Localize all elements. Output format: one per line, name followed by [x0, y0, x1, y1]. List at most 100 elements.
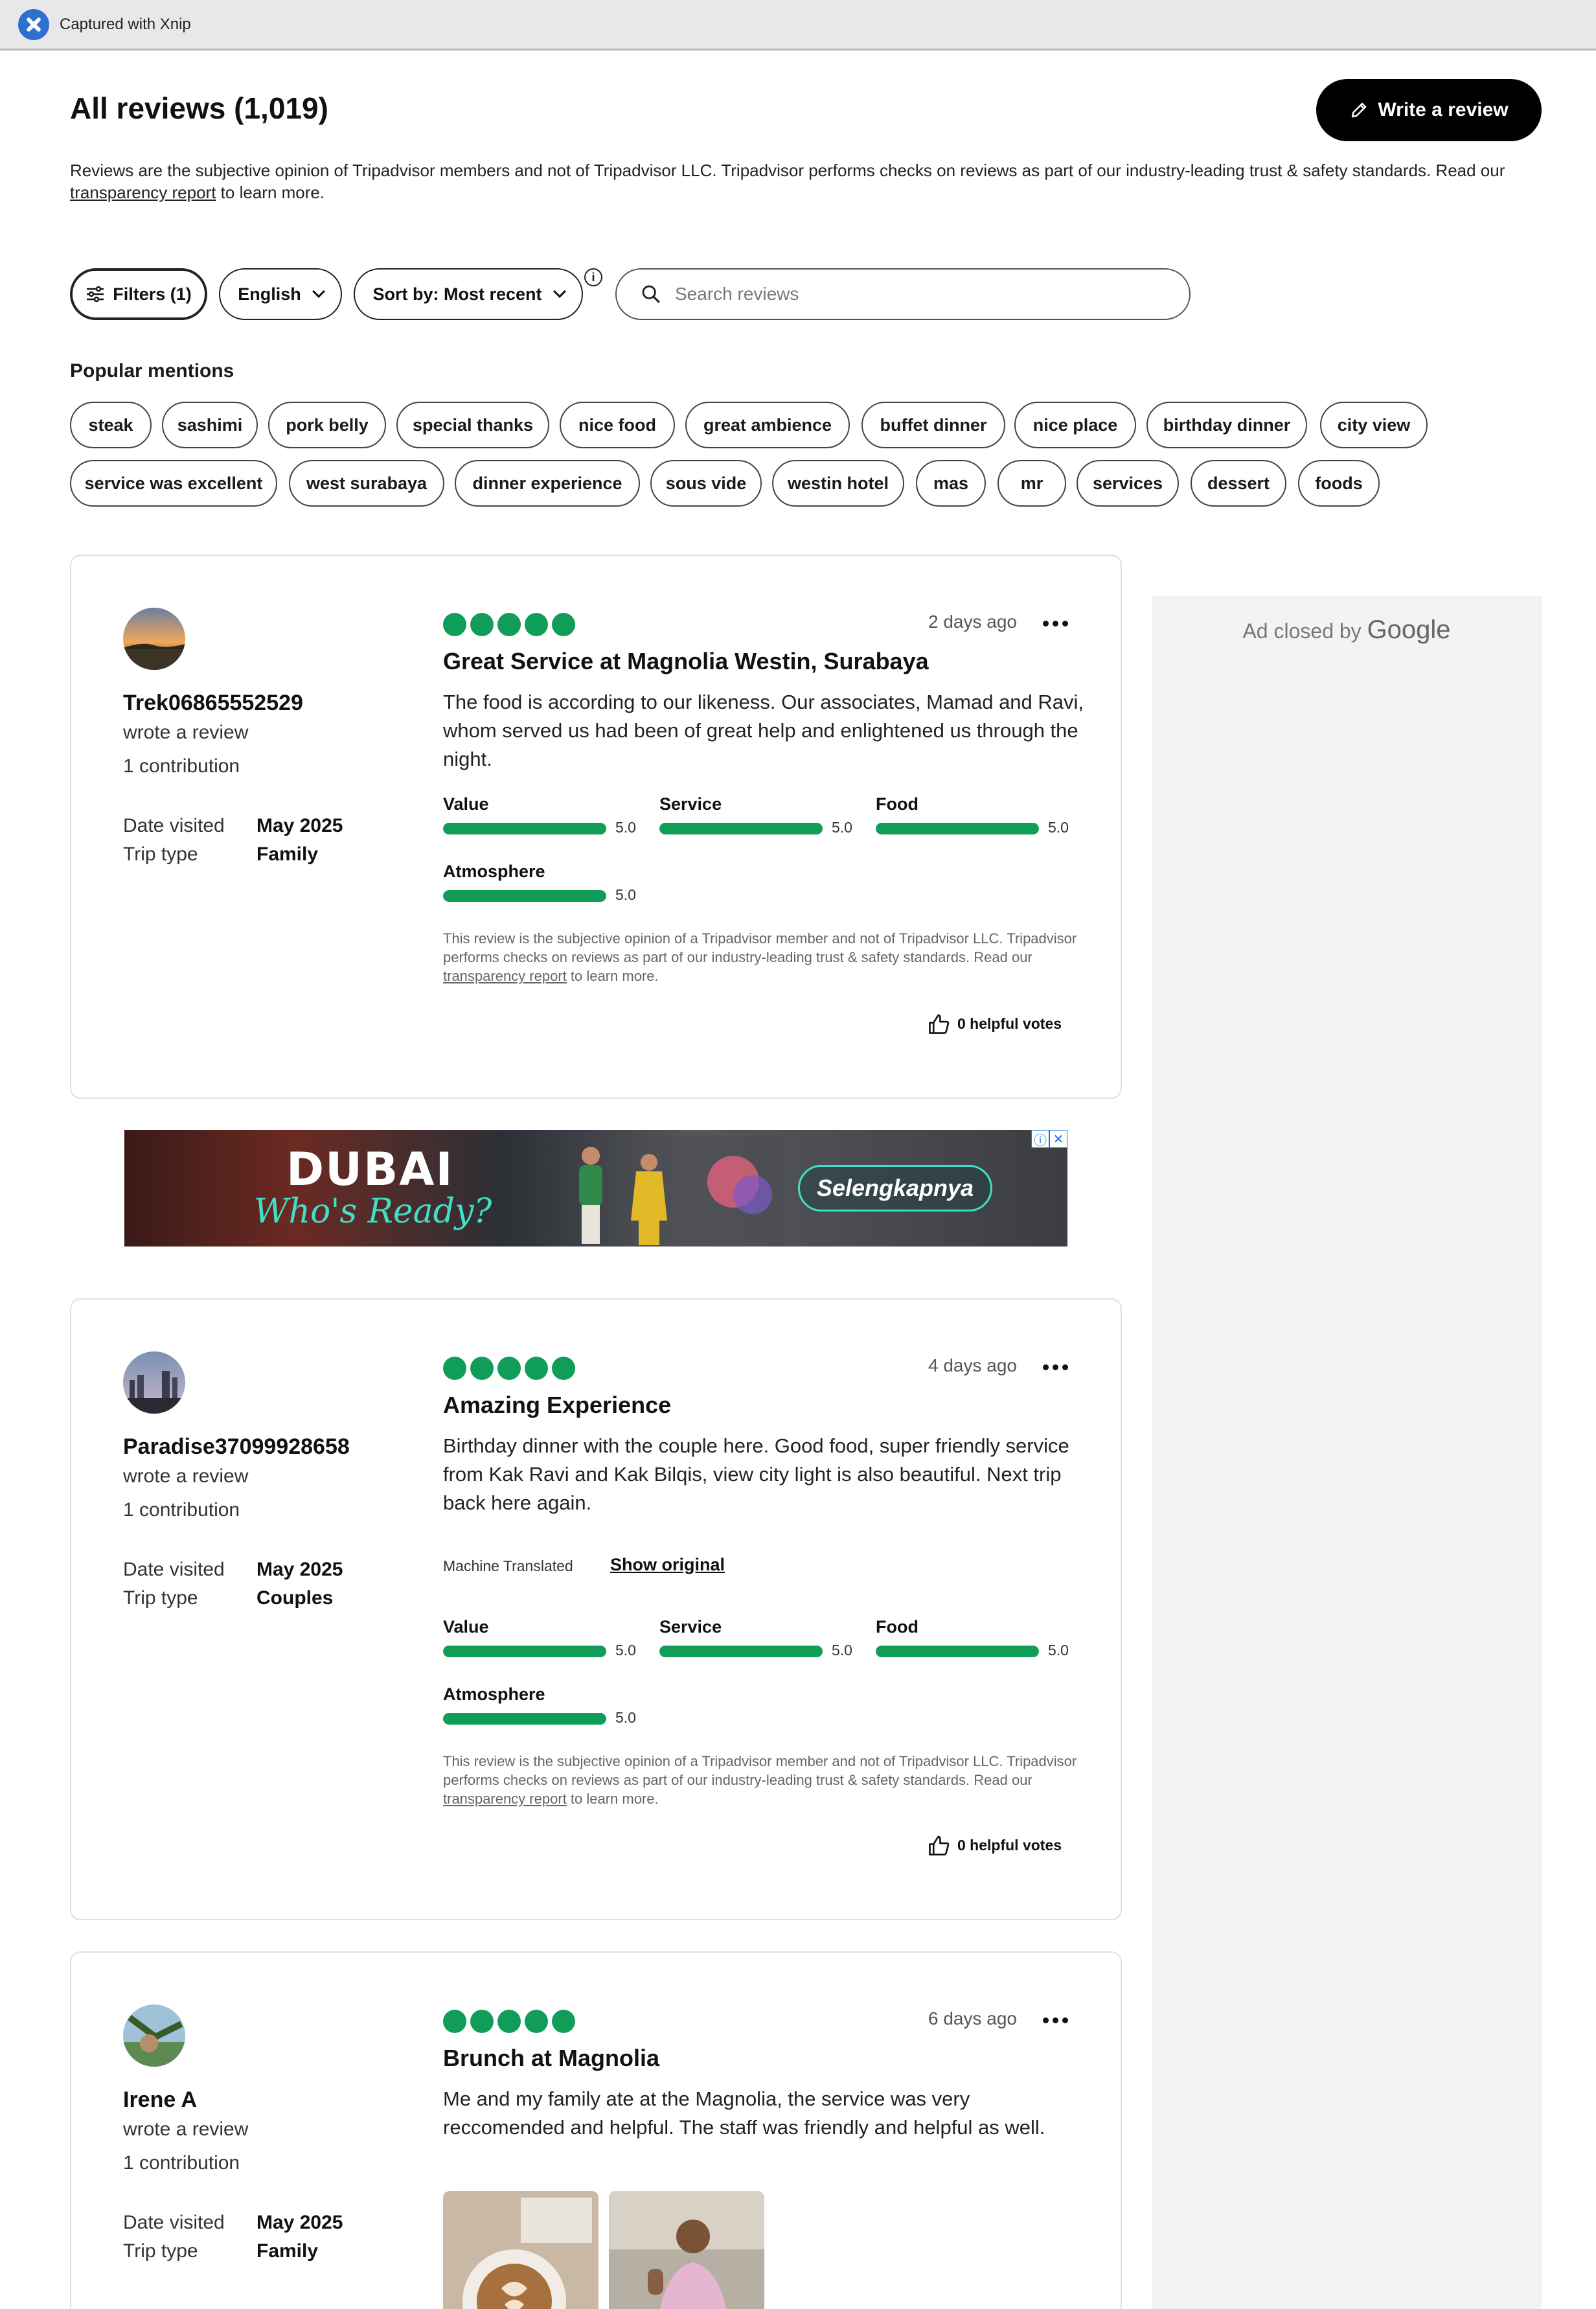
search-icon — [642, 285, 660, 303]
subrating-value: 5.0 — [615, 1642, 636, 1659]
mention-tag[interactable]: mr — [998, 460, 1066, 507]
review-card: Trek06865552529 wrote a review 1 contrib… — [70, 555, 1122, 1099]
mention-tag[interactable]: mas — [916, 460, 986, 507]
mention-tag[interactable]: birthday dinner — [1146, 402, 1307, 448]
ad-panel — [1152, 596, 1542, 2309]
sort-label: Sort by: Most recent — [372, 284, 542, 304]
trip-type-label: Trip type — [123, 1587, 198, 1609]
transparency-report-link[interactable]: transparency report — [443, 968, 567, 984]
date-visited-label: Date visited — [123, 2212, 225, 2233]
mention-tag[interactable]: west surabaya — [289, 460, 444, 507]
subrating-bar — [659, 1646, 823, 1657]
more-options-icon[interactable] — [1043, 2017, 1068, 2023]
review-title[interactable]: Amazing Experience — [443, 1392, 671, 1419]
review-date: 2 days ago — [928, 612, 1017, 632]
pencil-icon — [1352, 102, 1367, 118]
search-placeholder: Search reviews — [675, 284, 799, 304]
mention-tag[interactable]: nice food — [560, 402, 675, 448]
transparency-report-link[interactable]: transparency report — [70, 183, 216, 202]
mention-tag[interactable]: sashimi — [162, 402, 258, 448]
subrating-bar — [443, 890, 606, 902]
more-options-icon[interactable] — [1043, 1364, 1068, 1370]
mention-tag[interactable]: buffet dinner — [861, 402, 1005, 448]
more-options-icon[interactable] — [1043, 621, 1068, 626]
language-label: English — [238, 284, 301, 304]
chevron-down-icon — [553, 285, 566, 298]
show-original-link[interactable]: Show original — [610, 1555, 725, 1575]
wrote-review-label: wrote a review — [123, 1465, 249, 1487]
capture-bar: Captured with Xnip — [0, 0, 1596, 51]
trip-type-value: Family — [256, 844, 319, 865]
review-card: Irene A wrote a review 1 contribution Da… — [70, 1951, 1122, 2309]
review-disclaimer-text: This review is the subjective opinion of… — [443, 1753, 1077, 1788]
mention-tag[interactable]: city view — [1320, 402, 1428, 448]
mention-tag[interactable]: dessert — [1191, 460, 1286, 507]
write-review-label: Write a review — [1378, 99, 1509, 121]
reviewer-name[interactable]: Irene A — [123, 2087, 197, 2113]
review-disclaimer-end: to learn more. — [566, 968, 659, 984]
subrating-label: Service — [659, 794, 722, 814]
subrating-label: Food — [876, 1617, 918, 1637]
search-reviews-input[interactable]: Search reviews — [615, 268, 1191, 320]
info-icon[interactable]: i — [584, 268, 602, 286]
mention-tag[interactable]: steak — [70, 402, 152, 448]
filters-button[interactable]: Filters (1) — [70, 268, 207, 320]
mention-tag[interactable]: nice place — [1014, 402, 1136, 448]
review-date: 4 days ago — [928, 1355, 1017, 1375]
rating-bubble-icon — [470, 2010, 494, 2033]
mention-tag[interactable]: sous vide — [650, 460, 762, 507]
banner-ad[interactable]: DUBAI Who's Ready? Selengkapnya ⓘ ✕ — [124, 1130, 1067, 1246]
rating-bubble-icon — [497, 2010, 521, 2033]
ad-info-icon[interactable]: ⓘ — [1031, 1130, 1049, 1148]
avatar[interactable] — [123, 2005, 185, 2067]
rating-bubble-icon — [525, 2010, 548, 2033]
reviewer-name[interactable]: Paradise37099928658 — [123, 1434, 350, 1460]
transparency-report-link[interactable]: transparency report — [443, 1791, 567, 1807]
subrating-bar — [443, 823, 606, 834]
review-title[interactable]: Brunch at Magnolia — [443, 2045, 659, 2072]
language-dropdown[interactable]: English — [219, 268, 342, 320]
mention-tag[interactable]: westin hotel — [772, 460, 904, 507]
mention-tag[interactable]: special thanks — [396, 402, 549, 448]
helpful-votes-label: 0 helpful votes — [957, 1015, 1062, 1032]
helpful-votes-button[interactable]: 0 helpful votes — [928, 1013, 1062, 1034]
subrating-value: 5.0 — [1048, 1642, 1069, 1659]
mention-tag[interactable]: foods — [1298, 460, 1380, 507]
write-review-button[interactable]: Write a review — [1316, 79, 1542, 141]
subrating-value: 5.0 — [1048, 819, 1069, 836]
banner-cta-button[interactable]: Selengkapnya — [798, 1165, 992, 1212]
review-title[interactable]: Great Service at Magnolia Westin, Suraba… — [443, 648, 929, 675]
ad-closed-prefix: Ad closed by — [1242, 619, 1362, 643]
review-photo[interactable] — [609, 2191, 764, 2309]
subrating-bar — [876, 823, 1039, 834]
thumbs-up-icon — [929, 1014, 950, 1034]
mention-tag[interactable]: service was excellent — [70, 460, 277, 507]
review-photo[interactable] — [443, 2191, 598, 2309]
disclaimer-text: Reviews are the subjective opinion of Tr… — [70, 161, 1505, 180]
sort-dropdown[interactable]: Sort by: Most recent — [354, 268, 583, 320]
ad-choices[interactable]: ⓘ ✕ — [1031, 1130, 1067, 1148]
contribution-count: 1 contribution — [123, 2152, 240, 2174]
mention-tag[interactable]: pork belly — [268, 402, 386, 448]
avatar[interactable] — [123, 608, 185, 670]
ad-close-icon[interactable]: ✕ — [1049, 1130, 1067, 1148]
xnip-logo-icon — [18, 8, 49, 40]
subrating-label: Value — [443, 1617, 489, 1637]
page-title: All reviews (1,019) — [70, 91, 328, 125]
reviewer-name[interactable]: Trek06865552529 — [123, 691, 303, 716]
mention-tag[interactable]: great ambience — [685, 402, 850, 448]
subrating-bar — [659, 823, 823, 834]
helpful-votes-button[interactable]: 0 helpful votes — [928, 1835, 1062, 1855]
trip-type-label: Trip type — [123, 844, 198, 865]
date-visited-label: Date visited — [123, 1559, 225, 1580]
subrating-value: 5.0 — [832, 819, 852, 836]
date-visited-label: Date visited — [123, 815, 225, 836]
rating-bubble-icon — [552, 613, 575, 636]
subrating-bar — [876, 1646, 1039, 1657]
banner-people-image — [579, 1136, 785, 1246]
mention-tag[interactable]: dinner experience — [455, 460, 640, 507]
date-visited-value: May 2025 — [256, 2212, 343, 2233]
mention-tag[interactable]: services — [1077, 460, 1179, 507]
avatar[interactable] — [123, 1351, 185, 1414]
contribution-count: 1 contribution — [123, 755, 240, 777]
